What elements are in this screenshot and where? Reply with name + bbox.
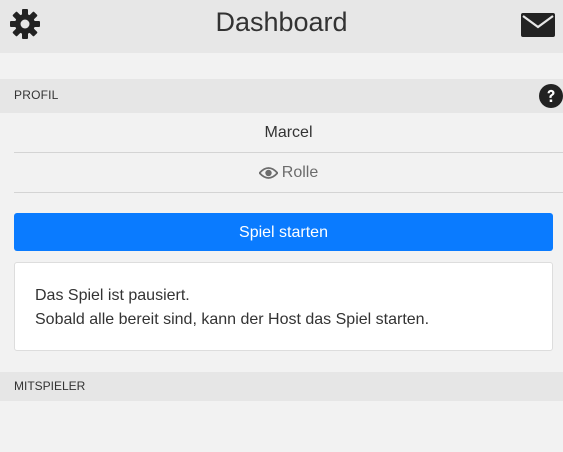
eye-icon	[258, 167, 278, 179]
game-status-notice: Das Spiel ist pausiert. Sobald alle bere…	[14, 262, 553, 351]
notice-line-host: Sobald alle bereit sind, kann der Host d…	[35, 311, 430, 328]
players-section-header: MITSPIELER	[0, 372, 563, 401]
question-circle-icon[interactable]	[539, 84, 563, 108]
page-title: Dashboard	[215, 7, 348, 37]
top-bar: Dashboard	[0, 0, 563, 53]
profile-section-label: PROFIL	[14, 88, 59, 102]
profile-section-header: PROFIL	[0, 79, 563, 113]
players-section-label: MITSPIELER	[14, 379, 86, 393]
start-game-button[interactable]: Spiel starten	[14, 213, 553, 251]
notice-line-paused: Das Spiel ist pausiert.	[35, 287, 190, 304]
profile-name: Marcel	[14, 113, 563, 153]
envelope-icon[interactable]	[521, 13, 555, 37]
role-label: Rolle	[281, 164, 319, 181]
role-button[interactable]: Rolle	[14, 153, 563, 193]
